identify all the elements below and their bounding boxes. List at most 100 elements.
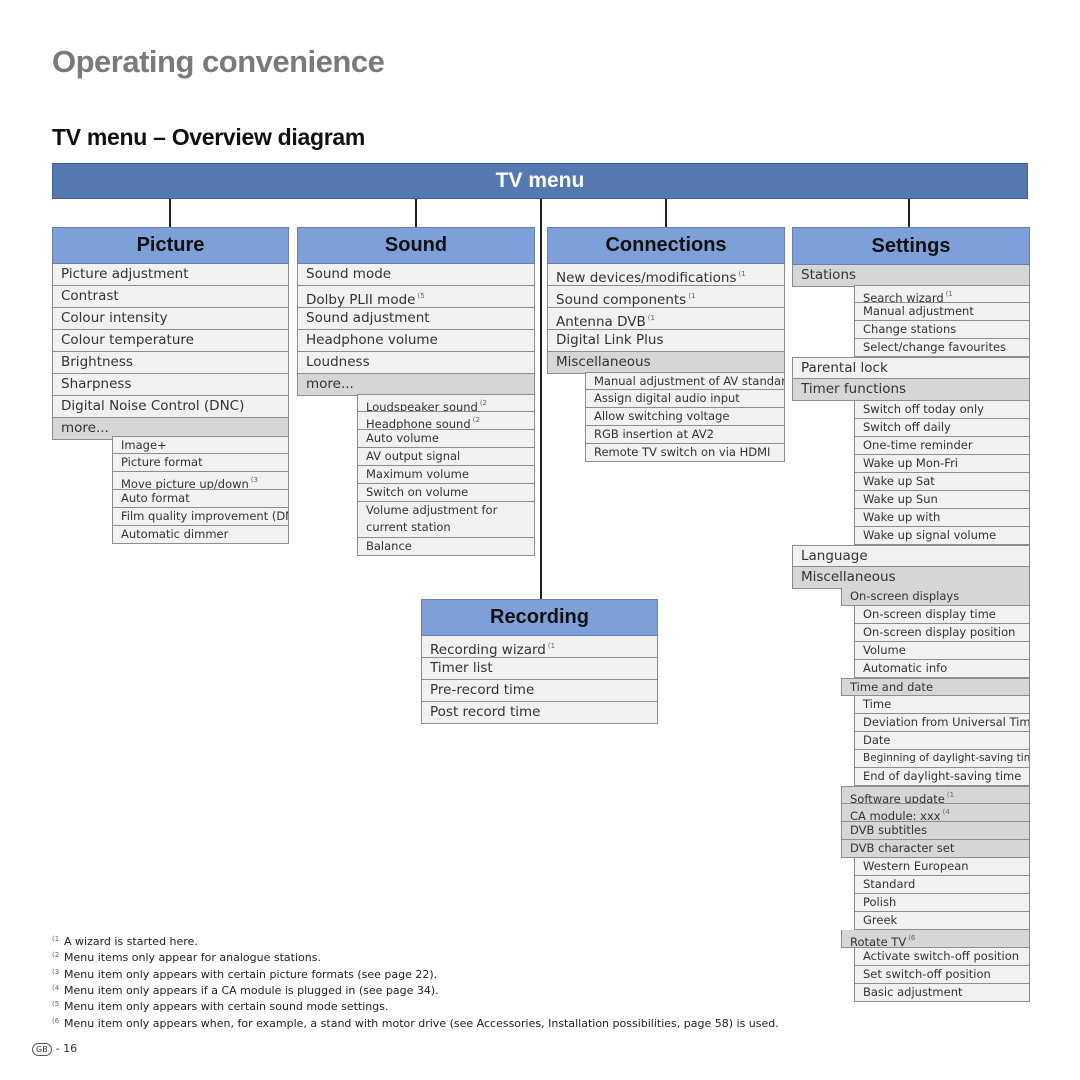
submenu-item[interactable]: Wake up Mon-Fri: [854, 455, 1030, 473]
submenu-item[interactable]: Manual adjustment: [854, 303, 1030, 321]
submenu-item[interactable]: Image+: [112, 436, 289, 454]
menu-item[interactable]: Colour temperature: [52, 330, 289, 352]
footnote-ref: (6: [908, 934, 916, 942]
submenu-item[interactable]: Beginning of daylight-saving time: [854, 750, 1030, 768]
submenu-item[interactable]: Auto volume: [357, 430, 535, 448]
submenu-item[interactable]: Move picture up/down (3: [112, 472, 289, 490]
submenu-group-rotate-tv[interactable]: Rotate TV (6: [841, 930, 1030, 948]
submenu-group-rotate-tv-label: Rotate TV: [850, 935, 907, 948]
menu-item[interactable]: Sound adjustment: [297, 308, 535, 330]
submenu-item-label: Deviation from Universal Time: [863, 715, 1030, 729]
menu-item-more[interactable]: more...: [297, 374, 535, 396]
submenu-item[interactable]: Select/change favourites: [854, 339, 1030, 357]
menu-item[interactable]: Dolby PLII mode (5: [297, 286, 535, 308]
submenu-item[interactable]: Film quality improvement (DMM): [112, 508, 289, 526]
menu-item-stations[interactable]: Stations: [792, 265, 1030, 287]
menu-item[interactable]: New devices/modifications (1: [547, 264, 785, 286]
submenu-item[interactable]: Standard: [854, 876, 1030, 894]
header-settings: Settings: [792, 227, 1030, 265]
submenu-item-label: Change stations: [863, 322, 957, 336]
submenu-item[interactable]: End of daylight-saving time: [854, 768, 1030, 786]
footnote-text: A wizard is started here.: [64, 935, 198, 948]
submenu-item[interactable]: Greek: [854, 912, 1030, 930]
submenu-item-label: Headphone sound: [366, 417, 471, 430]
connector-line: [908, 199, 910, 227]
menu-item-timer-functions[interactable]: Timer functions: [792, 379, 1030, 401]
submenu-item[interactable]: Loudspeaker sound (2: [357, 394, 535, 412]
submenu-item[interactable]: On-screen display position: [854, 624, 1030, 642]
submenu-item[interactable]: Maximum volume: [357, 466, 535, 484]
menu-item[interactable]: Antenna DVB (1: [547, 308, 785, 330]
submenu-item-label: Volume: [863, 643, 906, 657]
submenu-item[interactable]: Picture format: [112, 454, 289, 472]
footnote-ref: (2: [479, 399, 488, 407]
submenu-item[interactable]: Wake up Sun: [854, 491, 1030, 509]
submenu-item[interactable]: Activate switch-off position: [854, 948, 1030, 966]
submenu-item[interactable]: AV output signal: [357, 448, 535, 466]
menu-item[interactable]: Loudness: [297, 352, 535, 374]
menu-item-label: Colour intensity: [61, 310, 168, 326]
menu-item[interactable]: Timer list: [421, 658, 658, 680]
menu-item[interactable]: Digital Link Plus: [547, 330, 785, 352]
submenu-item[interactable]: On-screen display time: [854, 606, 1030, 624]
submenu-item[interactable]: Wake up Sat: [854, 473, 1030, 491]
submenu-item[interactable]: Manual adjustment of AV standard: [585, 372, 785, 390]
connector-line: [665, 199, 667, 227]
submenu-item[interactable]: Basic adjustment: [854, 984, 1030, 1002]
submenu-item[interactable]: RGB insertion at AV2: [585, 426, 785, 444]
submenu-group-osd-label: On-screen displays: [850, 589, 960, 603]
menu-item-miscellaneous[interactable]: Miscellaneous: [547, 352, 785, 374]
menu-item-language[interactable]: Language: [792, 545, 1030, 567]
submenu-group-time-date[interactable]: Time and date: [841, 678, 1030, 696]
submenu-group[interactable]: DVB subtitles: [841, 822, 1030, 840]
submenu-group[interactable]: DVB character set: [841, 840, 1030, 858]
footnote-ref: (1: [547, 642, 556, 650]
submenu-item[interactable]: Switch off daily: [854, 419, 1030, 437]
submenu-item[interactable]: Time: [854, 696, 1030, 714]
submenu-item[interactable]: Polish: [854, 894, 1030, 912]
submenu-item[interactable]: Search wizard (1: [854, 285, 1030, 303]
submenu-item[interactable]: Western European: [854, 858, 1030, 876]
menu-item[interactable]: Headphone volume: [297, 330, 535, 352]
submenu-item[interactable]: Remote TV switch on via HDMI: [585, 444, 785, 462]
menu-item-miscellaneous[interactable]: Miscellaneous: [792, 567, 1030, 589]
submenu-item[interactable]: Automatic info: [854, 660, 1030, 678]
submenu-item[interactable]: Wake up signal volume: [854, 527, 1030, 545]
submenu-item[interactable]: Wake up with: [854, 509, 1030, 527]
submenu-item[interactable]: Volume: [854, 642, 1030, 660]
menu-item[interactable]: Picture adjustment: [52, 264, 289, 286]
menu-item[interactable]: Digital Noise Control (DNC): [52, 396, 289, 418]
submenu-item[interactable]: Auto format: [112, 490, 289, 508]
submenu-item[interactable]: Balance: [357, 538, 535, 556]
menu-item-label: Digital Noise Control (DNC): [61, 398, 245, 414]
submenu-item[interactable]: Automatic dimmer: [112, 526, 289, 544]
menu-item-parental-lock[interactable]: Parental lock: [792, 357, 1030, 379]
submenu-group-osd[interactable]: On-screen displays: [841, 588, 1030, 606]
submenu-item[interactable]: Change stations: [854, 321, 1030, 339]
menu-item[interactable]: Recording wizard (1: [421, 636, 658, 658]
menu-item[interactable]: Contrast: [52, 286, 289, 308]
submenu-item[interactable]: Date: [854, 732, 1030, 750]
submenu-item[interactable]: Deviation from Universal Time: [854, 714, 1030, 732]
menu-item[interactable]: Sound components (1: [547, 286, 785, 308]
submenu-item[interactable]: Set switch-off position: [854, 966, 1030, 984]
menu-item[interactable]: Colour intensity: [52, 308, 289, 330]
submenu-item[interactable]: Switch on volume: [357, 484, 535, 502]
menu-item[interactable]: Post record time: [421, 702, 658, 724]
submenu-item[interactable]: Headphone sound (2: [357, 412, 535, 430]
menu-item[interactable]: Sound mode: [297, 264, 535, 286]
menu-item[interactable]: Sharpness: [52, 374, 289, 396]
submenu-group[interactable]: CA module: xxx (4: [841, 804, 1030, 822]
submenu-item[interactable]: One-time reminder: [854, 437, 1030, 455]
submenu-item-label: Polish: [863, 895, 897, 909]
submenu-item[interactable]: Allow switching voltage: [585, 408, 785, 426]
menu-item[interactable]: Brightness: [52, 352, 289, 374]
submenu-item-label: Balance: [366, 539, 412, 553]
submenu-item[interactable]: Volume adjustment for current station: [357, 502, 535, 538]
submenu-item[interactable]: Switch off today only: [854, 401, 1030, 419]
submenu-item-label: Western European: [863, 859, 969, 873]
submenu-item[interactable]: Assign digital audio input: [585, 390, 785, 408]
menu-item[interactable]: Pre-record time: [421, 680, 658, 702]
submenu-group[interactable]: Software update (1: [841, 786, 1030, 804]
footnote-ref: (4: [942, 808, 950, 816]
